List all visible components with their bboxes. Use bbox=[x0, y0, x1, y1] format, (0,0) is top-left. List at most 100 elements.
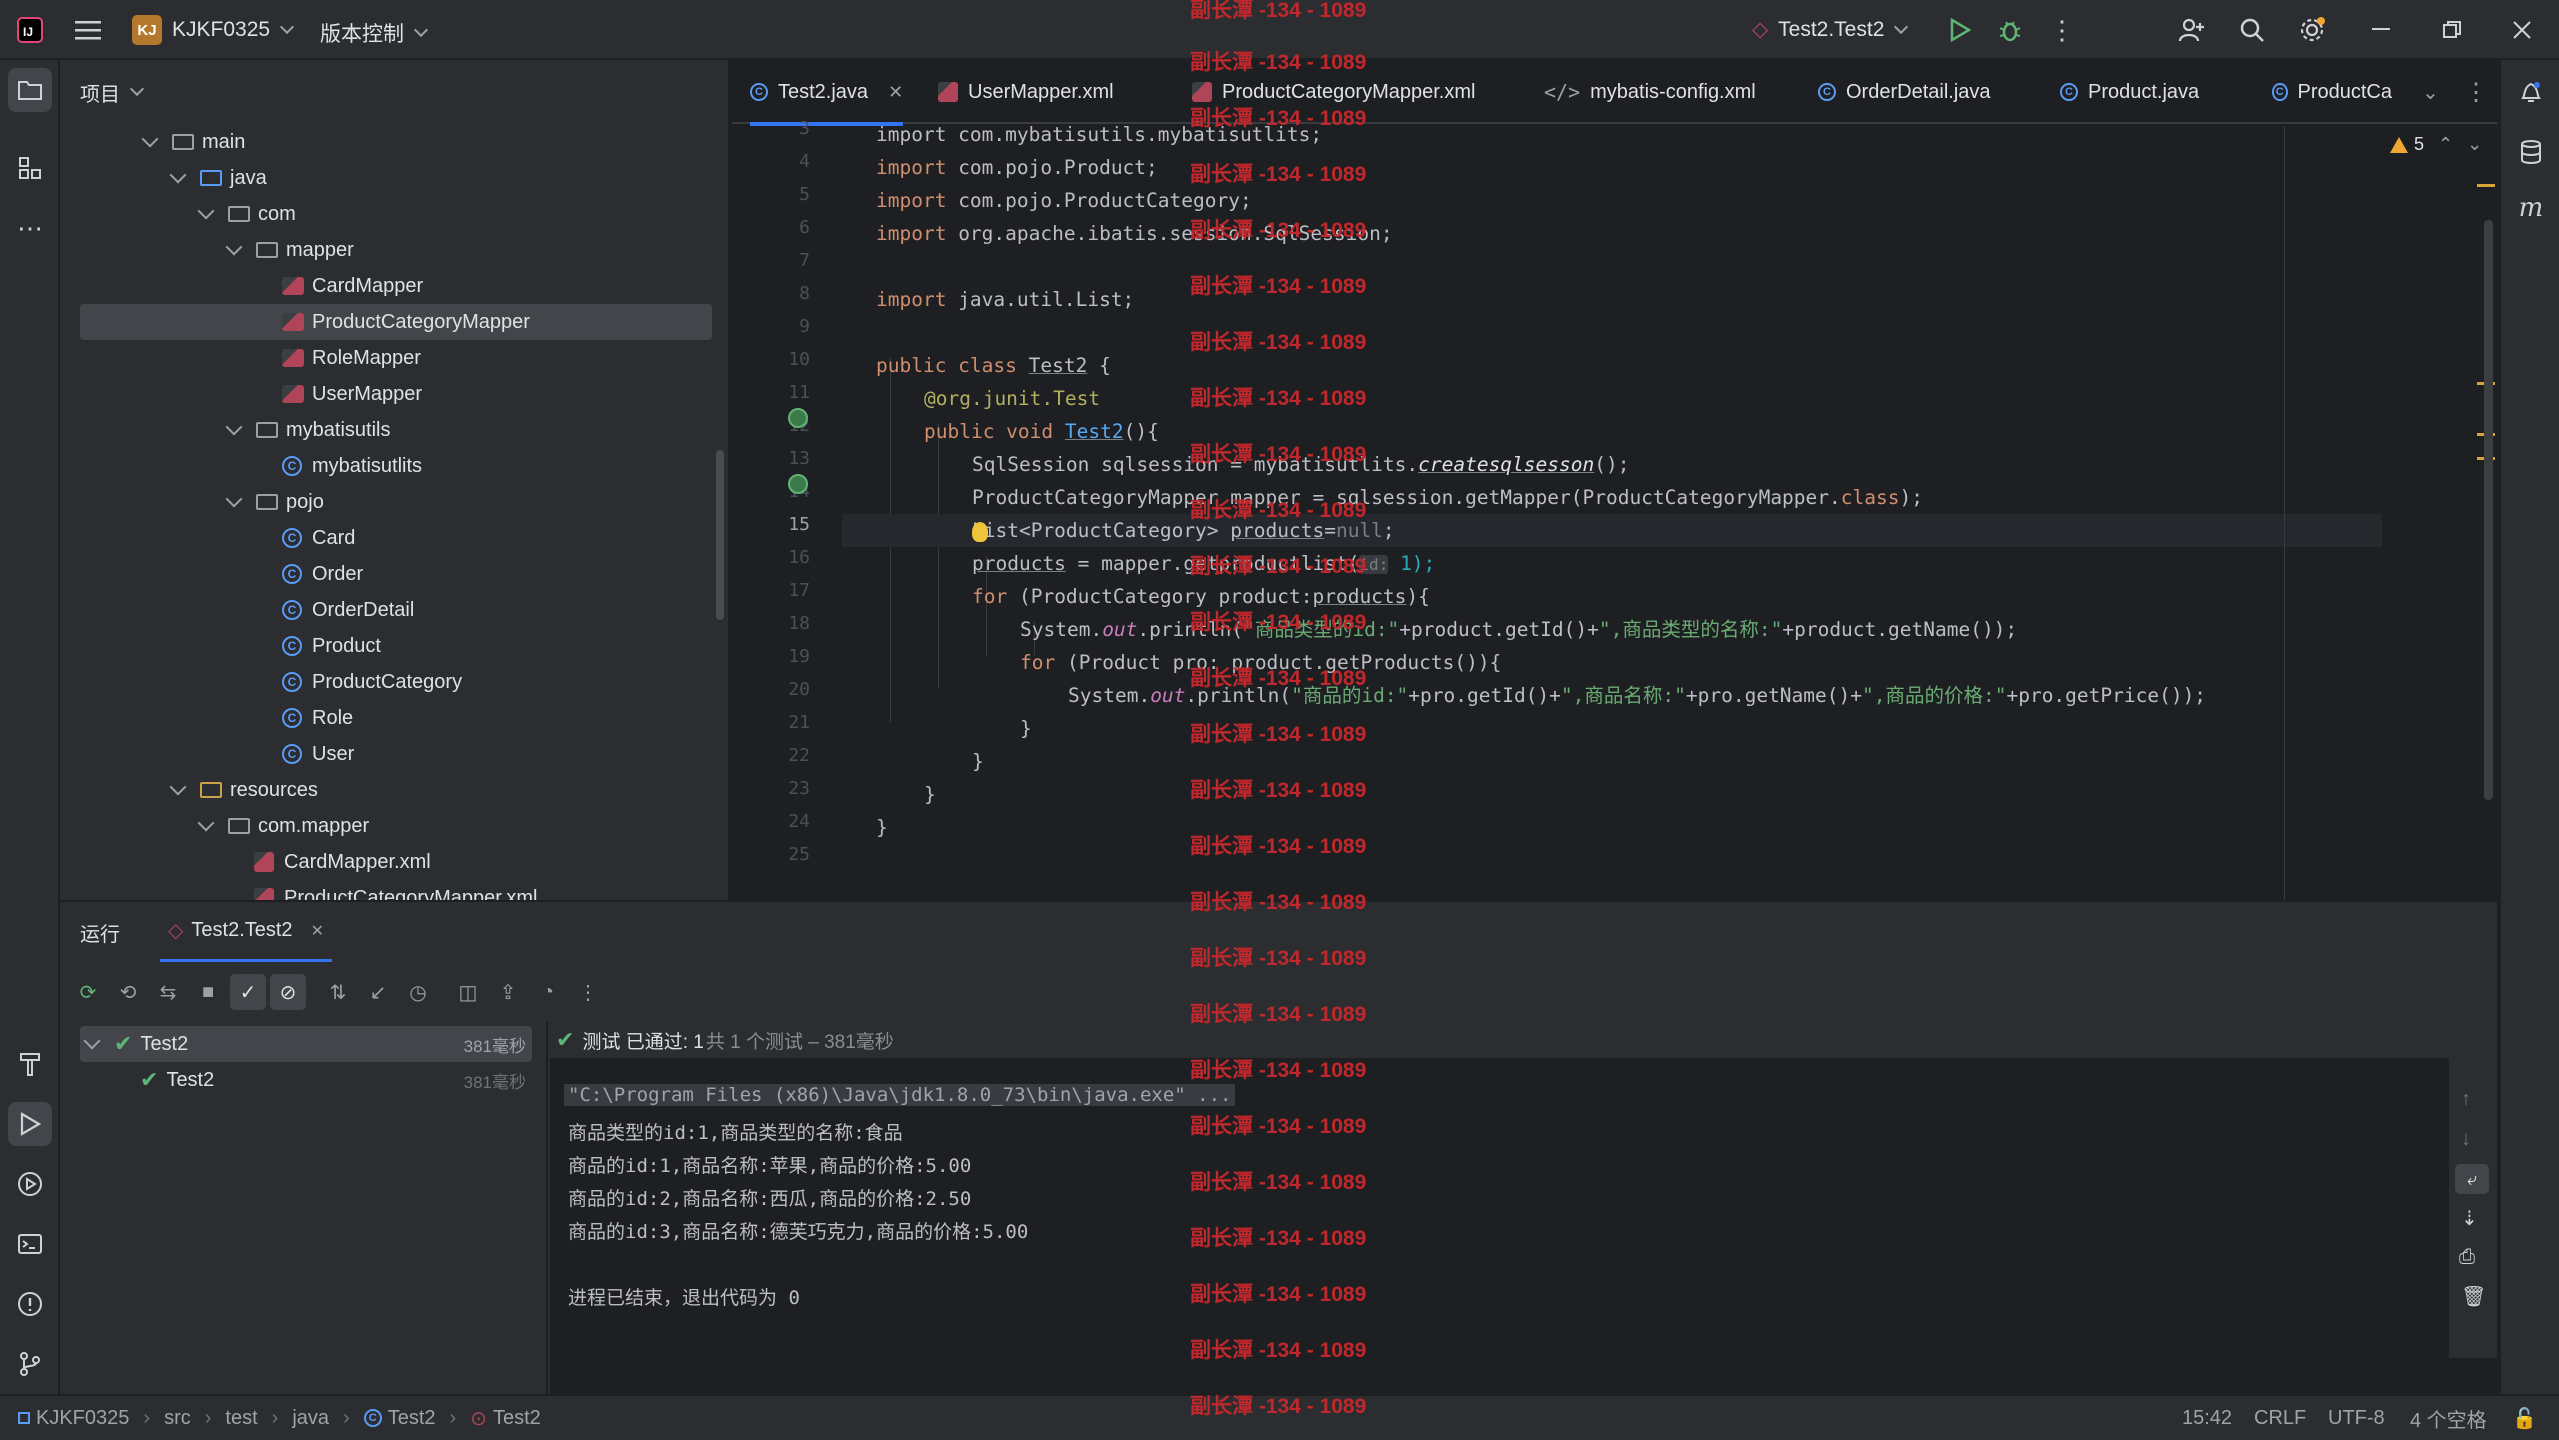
breadcrumb-item[interactable]: java bbox=[292, 1407, 329, 1430]
tree-item-productcategory[interactable]: C ProductCategory bbox=[282, 664, 462, 700]
settings-icon[interactable] bbox=[2296, 14, 2328, 46]
soft-wrap-icon[interactable]: ⤶ bbox=[2455, 1164, 2489, 1194]
app-logo-icon[interactable]: IJ bbox=[14, 14, 46, 46]
maven-icon[interactable]: m bbox=[2509, 186, 2553, 230]
editor-scrollbar[interactable] bbox=[2484, 220, 2493, 800]
tab-list-chevron-icon[interactable]: ⌄ bbox=[2422, 60, 2439, 124]
export-icon[interactable]: ⇪ bbox=[490, 974, 526, 1010]
project-switcher[interactable]: KJ KJKF0325 bbox=[132, 15, 295, 45]
close-icon[interactable]: ✕ bbox=[311, 921, 324, 941]
tree-item-java[interactable]: java bbox=[169, 160, 267, 196]
tree-item-main[interactable]: main bbox=[141, 124, 245, 160]
debug-icon[interactable] bbox=[1994, 14, 2026, 46]
tree-item-resources[interactable]: resources bbox=[169, 772, 318, 808]
tree-item-productcategorymapper-xml[interactable]: ProductCategoryMapper.xml bbox=[254, 880, 537, 900]
tab-productcategory-java[interactable]: C ProductCa bbox=[2272, 60, 2392, 124]
terminal-tool-icon[interactable] bbox=[8, 1222, 52, 1266]
trash-icon[interactable]: 🗑 bbox=[2461, 1284, 2486, 1309]
indent-setting[interactable]: 4 个空格 bbox=[2410, 1404, 2487, 1433]
tree-item-cardmapper[interactable]: CardMapper bbox=[282, 268, 423, 304]
problems-tool-icon[interactable] bbox=[8, 1282, 52, 1326]
more-actions-icon[interactable]: ⋮ bbox=[570, 974, 606, 1010]
tab-run-config[interactable]: ◇ Test2.Test2 ✕ bbox=[160, 902, 332, 962]
line-separator[interactable]: CRLF bbox=[2254, 1407, 2306, 1430]
warning-marker[interactable] bbox=[2477, 184, 2495, 187]
tree-item-usermapper[interactable]: UserMapper bbox=[282, 376, 422, 412]
chevron-up-icon[interactable]: ⌃ bbox=[2438, 134, 2453, 155]
tree-item-mapper[interactable]: mapper bbox=[225, 232, 354, 268]
breadcrumb-item[interactable]: Test2 bbox=[493, 1407, 541, 1430]
collapse-icon[interactable]: ↙ bbox=[360, 974, 396, 1010]
tab-orderdetail-java[interactable]: C OrderDetail.java bbox=[1818, 60, 1991, 124]
add-user-icon[interactable] bbox=[2176, 14, 2208, 46]
tree-item-role[interactable]: C Role bbox=[282, 700, 353, 736]
tree-item-com-mapper[interactable]: com.mapper bbox=[197, 808, 369, 844]
print-icon[interactable]: ⎙ bbox=[2459, 1246, 2475, 1269]
tab-more-icon[interactable]: ⋮ bbox=[2464, 60, 2488, 124]
file-encoding[interactable]: UTF-8 bbox=[2328, 1407, 2385, 1430]
toggle-auto-test-icon[interactable]: ⇆ bbox=[150, 974, 186, 1010]
breadcrumb-item[interactable]: Test2 bbox=[388, 1407, 436, 1430]
tree-item-order[interactable]: C Order bbox=[282, 556, 363, 592]
rerun-icon[interactable]: ⟳ bbox=[70, 974, 106, 1010]
tab-productcategorymapper-xml[interactable]: ProductCategoryMapper.xml bbox=[1192, 60, 1475, 124]
breadcrumb-item[interactable]: test bbox=[225, 1407, 257, 1430]
inspection-widget[interactable]: 5 ⌃ ⌄ bbox=[2390, 134, 2482, 155]
project-tool-icon[interactable] bbox=[8, 68, 52, 112]
tab-test2-java[interactable]: C Test2.java ✕ bbox=[750, 60, 904, 126]
code-area[interactable]: import com.mybatisutils.mybatisutlits; i… bbox=[842, 123, 2382, 900]
search-icon[interactable] bbox=[2236, 14, 2268, 46]
chevron-down-icon[interactable]: ⌄ bbox=[2467, 134, 2482, 155]
tab-usermapper-xml[interactable]: UserMapper.xml bbox=[938, 60, 1114, 124]
tree-item-user[interactable]: C User bbox=[282, 736, 354, 772]
build-tool-icon[interactable] bbox=[8, 1042, 52, 1086]
unlock-icon[interactable]: 🔓 bbox=[2512, 1406, 2537, 1431]
tree-item-productcategorymapper[interactable]: ProductCategoryMapper bbox=[80, 304, 712, 340]
more-tools-icon[interactable]: ⋯ bbox=[8, 206, 52, 250]
close-icon[interactable] bbox=[2506, 14, 2538, 46]
tab-product-java[interactable]: C Product.java bbox=[2060, 60, 2199, 124]
tree-item-card[interactable]: C Card bbox=[282, 520, 355, 556]
show-passed-icon[interactable]: ✓ bbox=[230, 974, 266, 1010]
scroll-up-icon[interactable]: ↑ bbox=[2461, 1088, 2471, 1111]
main-menu-icon[interactable] bbox=[72, 14, 104, 46]
history-icon[interactable]: ◷ bbox=[400, 974, 436, 1010]
screenshot-icon[interactable]: ◫ bbox=[450, 974, 486, 1010]
tab-mybatis-config-xml[interactable]: </> mybatis-config.xml bbox=[1544, 60, 1756, 124]
git-tool-icon[interactable] bbox=[8, 1342, 52, 1386]
tree-item-rolemapper[interactable]: RoleMapper bbox=[282, 340, 421, 376]
tree-item-mybatisutlits[interactable]: Cmybatisutlits bbox=[282, 448, 422, 484]
run-config-selector[interactable]: ◇ Test2.Test2 bbox=[1752, 17, 1909, 42]
minimize-icon[interactable] bbox=[2366, 14, 2398, 46]
lightbulb-icon[interactable] bbox=[972, 522, 988, 542]
run-icon[interactable] bbox=[1944, 14, 1976, 46]
test-suite-row[interactable]: ✔ Test2 381毫秒 bbox=[80, 1026, 532, 1062]
stop-icon[interactable]: ■ bbox=[190, 974, 226, 1010]
show-ignored-icon[interactable]: ⊘ bbox=[270, 974, 306, 1010]
scroll-to-end-icon[interactable]: ⇣ bbox=[2461, 1206, 2478, 1231]
restore-icon[interactable] bbox=[2436, 14, 2468, 46]
run-gutter-icon[interactable] bbox=[788, 474, 808, 494]
structure-tool-icon[interactable] bbox=[8, 146, 52, 190]
run-tool-icon[interactable] bbox=[8, 1102, 52, 1146]
notifications-icon[interactable] bbox=[2509, 70, 2553, 114]
tree-item-product[interactable]: C Product bbox=[282, 628, 381, 664]
console-output[interactable]: ↑ ↓ ⤶ ⇣ ⎙ 🗑 "C:\Program Files (x86)\Java… bbox=[550, 1022, 2497, 1394]
project-panel-header[interactable]: 项目 bbox=[60, 60, 728, 124]
tree-item-orderdetail[interactable]: C OrderDetail bbox=[282, 592, 414, 628]
services-tool-icon[interactable] bbox=[8, 1162, 52, 1206]
sort-icon[interactable]: ⇅ bbox=[320, 974, 356, 1010]
breadcrumb-item[interactable]: src bbox=[164, 1407, 191, 1430]
close-icon[interactable]: ✕ bbox=[888, 82, 903, 103]
console-command-line[interactable]: "C:\Program Files (x86)\Java\jdk1.8.0_73… bbox=[564, 1084, 1236, 1106]
coverage-icon[interactable]: ◔ bbox=[530, 974, 566, 1010]
project-scrollbar[interactable] bbox=[716, 450, 724, 620]
breadcrumb-item[interactable]: KJKF0325 bbox=[36, 1407, 129, 1430]
test-case-row[interactable]: ✔ Test2 381毫秒 bbox=[140, 1062, 532, 1098]
tree-item-com[interactable]: com bbox=[197, 196, 296, 232]
rerun-failed-icon[interactable]: ⟲ bbox=[110, 974, 146, 1010]
caret-position[interactable]: 15:42 bbox=[2182, 1407, 2232, 1430]
tree-item-pojo[interactable]: pojo bbox=[225, 484, 324, 520]
more-actions-icon[interactable]: ⋮ bbox=[2046, 14, 2078, 46]
vcs-menu[interactable]: 版本控制 bbox=[320, 18, 429, 48]
